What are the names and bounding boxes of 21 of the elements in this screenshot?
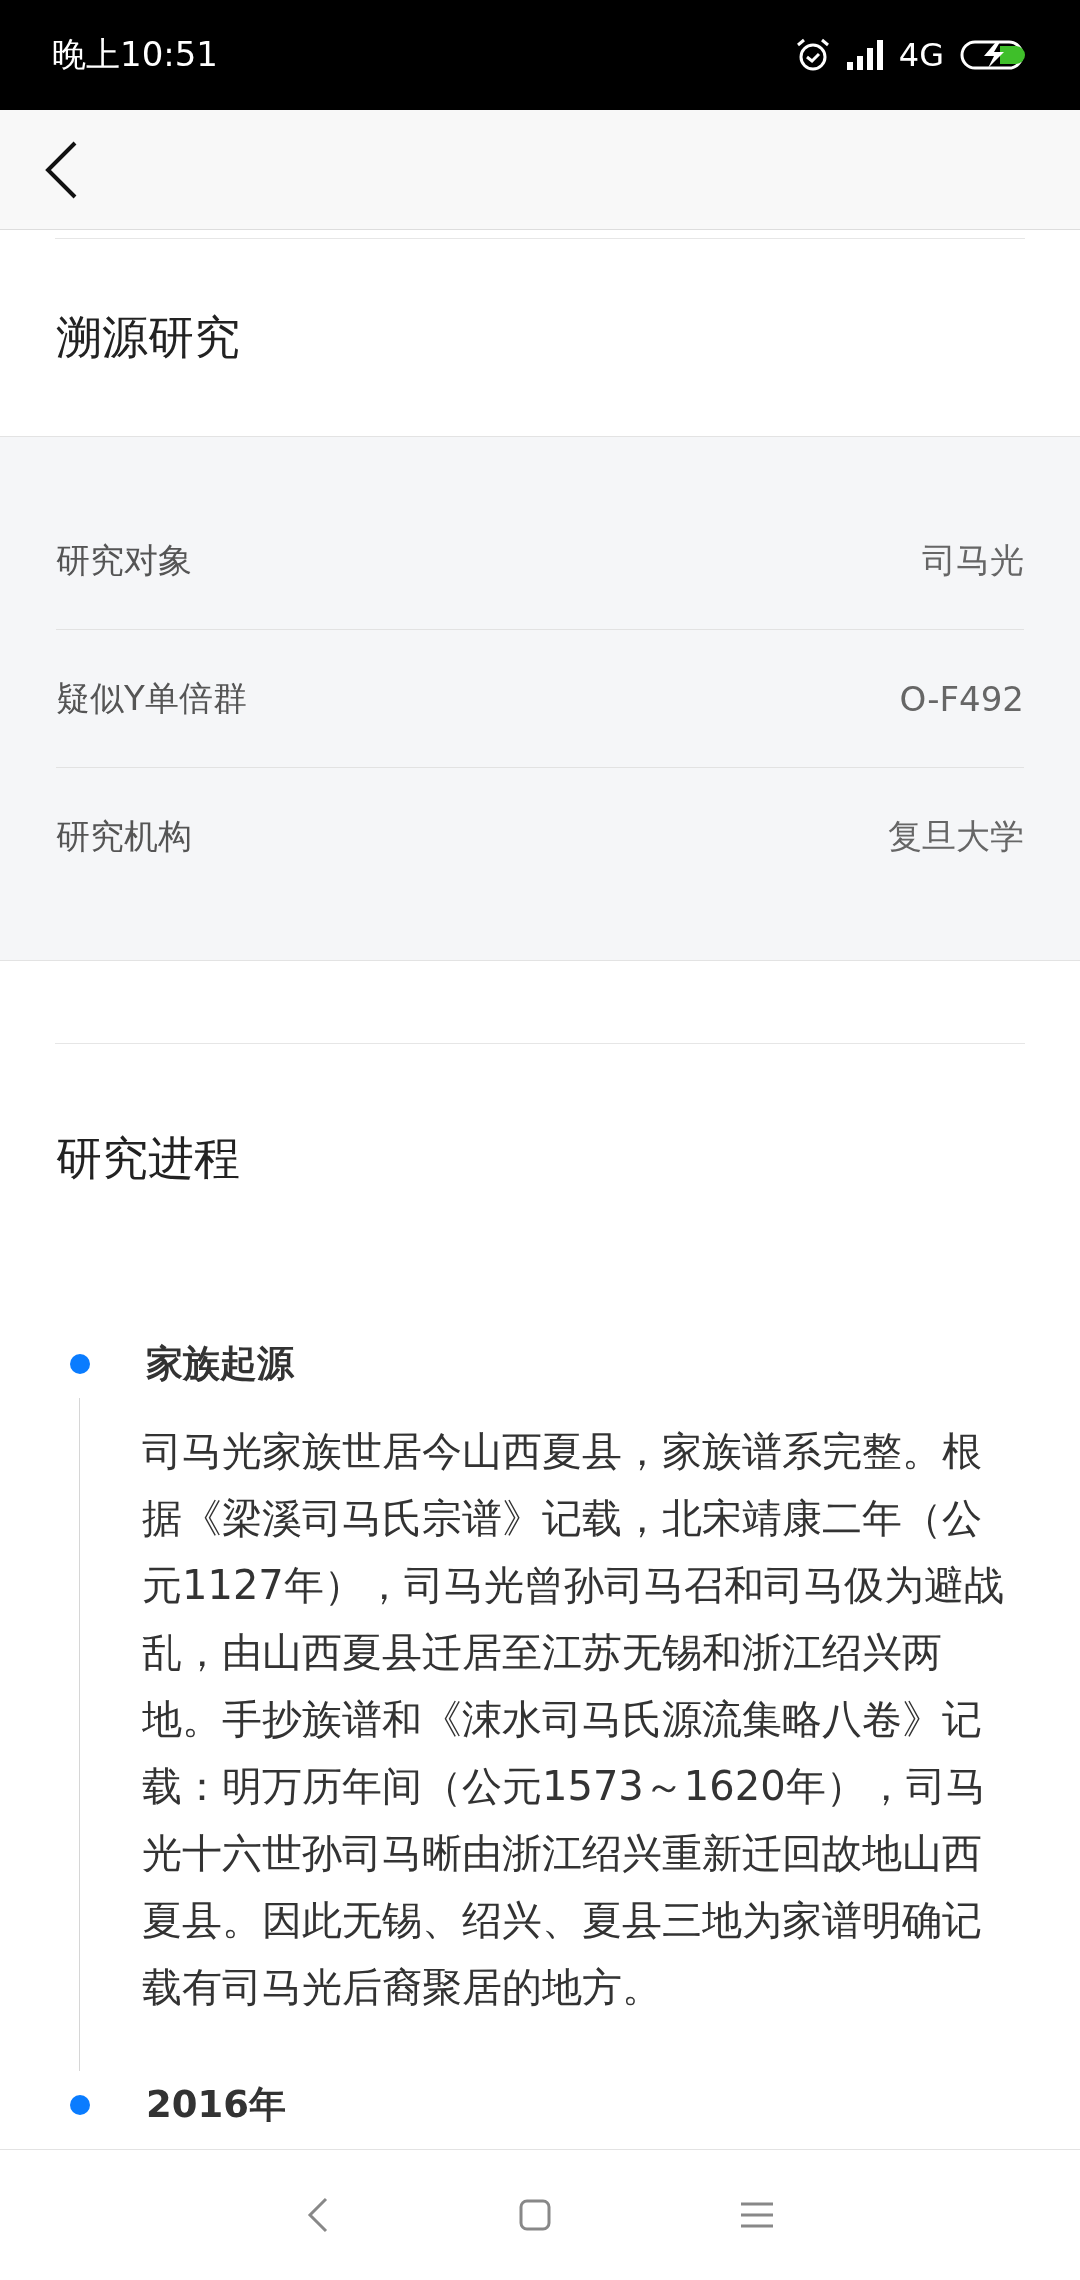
home-icon[interactable] <box>519 2199 551 2231</box>
battery-icon <box>960 40 1028 70</box>
info-label: 研究对象 <box>56 538 192 582</box>
network-label: 4G <box>898 36 944 74</box>
signal-icon <box>846 40 883 70</box>
menu-icon[interactable] <box>741 2201 773 2229</box>
timeline-dot <box>70 2095 90 2115</box>
timeline-title: 2016年 <box>146 2082 286 2128</box>
info-label: 研究机构 <box>56 814 192 858</box>
status-time: 晚上10:51 <box>52 33 218 76</box>
info-label: 疑似Y单倍群 <box>56 676 247 720</box>
timeline-dot <box>70 1354 90 1374</box>
section-title: 溯源研究 <box>55 308 241 366</box>
section-title: 研究进程 <box>55 1130 241 1187</box>
info-value: 复旦大学 <box>888 814 1024 858</box>
back-icon[interactable] <box>44 140 78 199</box>
timeline-title: 家族起源 <box>146 1341 294 1387</box>
info-value: O-F492 <box>899 678 1024 719</box>
timeline-text: 司马光家族世居今山西夏县，家族谱系完整。根据《梁溪司马氏宗谱》记载，北宋靖康二年（公元1127年），司马光曾孙司马召和司马伋为避战乱，由山西夏县迁居至江苏无锡和浙江绍兴两地。手抄族谱和《涑水司马氏源流集略八卷》记载：明万历年间（公元1573～1620年），司马光十六世孙司马晰由浙江绍兴重新迁回故地山西夏县。因此无锡、绍兴、夏县三地为家谱明确记载有司马光后裔聚居的地方。 <box>142 1427 1005 2012</box>
info-value: 司马光 <box>922 538 1024 582</box>
alarm-icon <box>794 37 831 73</box>
